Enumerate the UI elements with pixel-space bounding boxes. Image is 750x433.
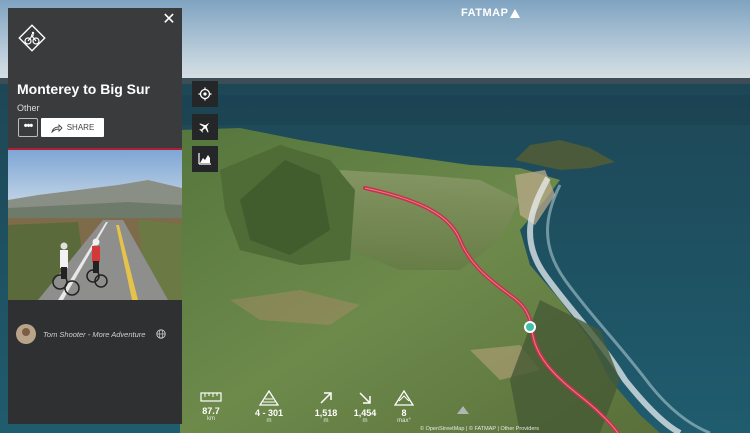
elevation-profile-button[interactable] [192,146,218,172]
route-title: Monterey to Big Sur [17,81,151,97]
stat-value: 8 [401,408,407,418]
stat-unit: m [266,418,272,424]
flyover-button[interactable] [192,114,218,140]
author-avatar[interactable] [16,324,36,344]
route-header: ✕ Monterey to Big Sur Other ••• SHARE [8,8,182,148]
locate-icon [198,87,212,101]
stat-value: 1,454 [353,408,377,418]
stat-max-slope: 8 max° [384,390,424,425]
route-activity: Other [17,103,40,113]
fatmap-logo: FATMAP [461,7,521,19]
globe-icon [156,329,167,339]
more-options-button[interactable]: ••• [18,118,38,137]
ruler-icon [200,392,222,402]
stat-unit: max° [397,418,411,424]
stat-unit: m [323,418,329,424]
max-slope-icon [394,390,414,406]
share-arrow-icon [51,123,63,133]
flyover-icon [199,122,210,133]
close-button[interactable]: ✕ [161,12,177,28]
author-name[interactable]: Tom Shooter - More Adventure [43,330,145,339]
author-row[interactable]: Tom Shooter - More Adventure [16,324,167,344]
stat-value: 4 - 301 [254,408,284,418]
stat-unit: km [207,416,215,422]
stat-unit: m [362,418,368,424]
route-info-panel: ✕ Monterey to Big Sur Other ••• SHARE To… [8,8,182,424]
share-button[interactable]: SHARE [41,118,104,137]
cyclists-photo-image [8,150,182,300]
ascent-icon [320,392,332,404]
stat-value: 87.7 [202,406,220,416]
expand-up-icon[interactable] [456,405,470,415]
route-photo[interactable] [8,150,182,300]
logo-text: FATMAP [461,7,509,19]
stat-ascent: 1,518 m [306,390,346,425]
stat-distance: 87.7 km [191,390,231,423]
elevation-range-icon [259,390,279,406]
stat-value: 1,518 [314,408,338,418]
road-cycling-icon [18,24,46,52]
locate-button[interactable] [192,81,218,107]
mountain-logo-icon [510,8,521,18]
stat-elevation-range: 4 - 301 m [249,390,289,425]
elevation-profile-icon [198,153,211,165]
map-attribution[interactable]: © OpenStreetMap | © FATMAP | Other Provi… [420,426,539,432]
stat-descent: 1,454 m [345,390,385,425]
descent-icon [359,392,371,404]
share-label: SHARE [66,123,95,132]
